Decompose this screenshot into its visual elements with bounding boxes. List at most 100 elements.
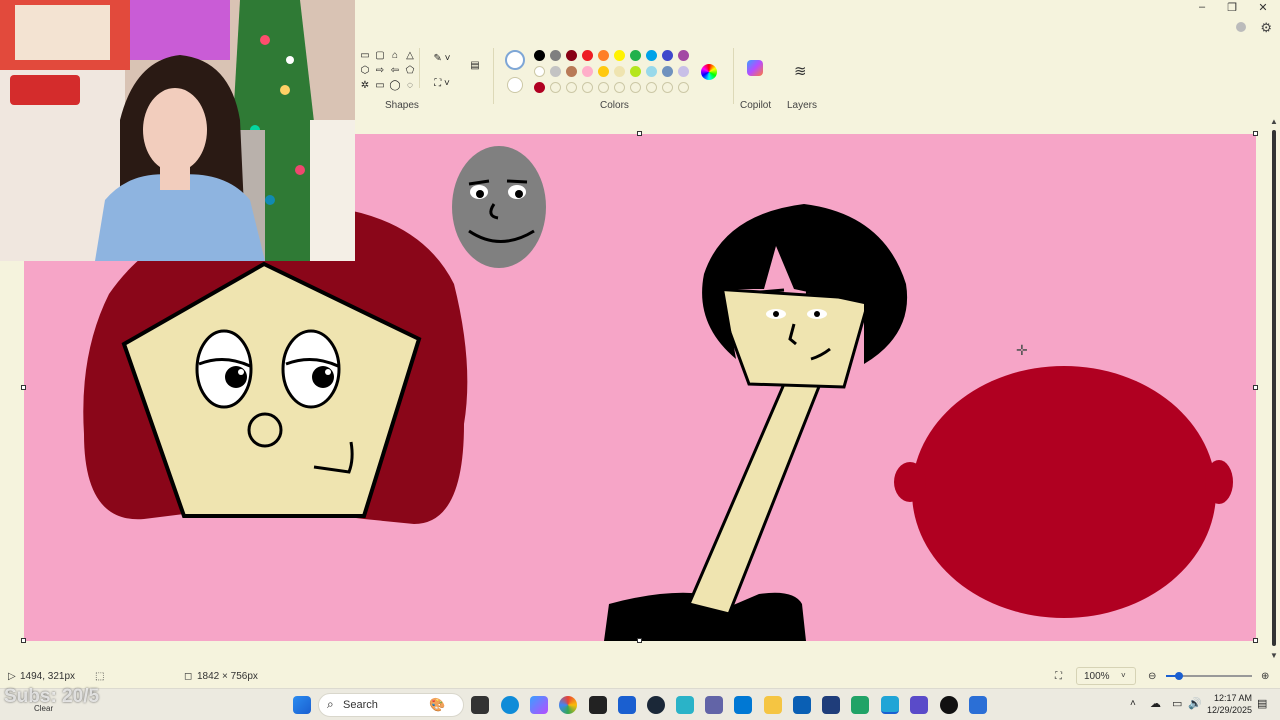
color-swatch[interactable]: [646, 82, 657, 93]
color-swatch[interactable]: [598, 82, 609, 93]
file-explorer-icon[interactable]: [764, 696, 782, 714]
paint-app-icon[interactable]: [881, 696, 899, 714]
notification-icon[interactable]: ▤: [1257, 697, 1267, 710]
task-view-icon[interactable]: [471, 696, 489, 714]
zoom-slider-thumb[interactable]: [1174, 672, 1183, 680]
rounded-rectangle-shape-icon[interactable]: ▢: [374, 50, 386, 62]
vertical-scrollbar[interactable]: [1272, 130, 1276, 646]
scroll-down-arrow-icon[interactable]: ▼: [1270, 651, 1278, 660]
color-swatch[interactable]: [550, 66, 561, 77]
edit-colors-icon[interactable]: [701, 64, 717, 80]
color-swatch[interactable]: [630, 66, 641, 77]
color-swatch[interactable]: [662, 66, 673, 77]
teams-icon[interactable]: [705, 696, 723, 714]
color-swatch[interactable]: [534, 66, 545, 77]
restore-button[interactable]: ❐: [1217, 0, 1247, 14]
app-s-icon[interactable]: [676, 696, 694, 714]
zoom-select[interactable]: 100% ˅: [1076, 667, 1136, 685]
copilot-app-icon[interactable]: [530, 696, 548, 714]
colors-group-label: Colors: [600, 100, 629, 111]
color-swatch[interactable]: [566, 50, 577, 61]
obs-icon[interactable]: [940, 696, 958, 714]
scroll-up-arrow-icon[interactable]: ▲: [1270, 117, 1278, 126]
secondary-color-slot[interactable]: [507, 77, 523, 93]
color-swatch[interactable]: [534, 50, 545, 61]
minimize-button[interactable]: –: [1187, 0, 1217, 14]
resize-handle-bottom-left[interactable]: [21, 638, 26, 643]
outline-pencil-icon[interactable]: ✎ ˅: [431, 53, 453, 65]
star-shape-icon[interactable]: ✲: [359, 80, 371, 92]
resize-handle-left[interactable]: [21, 385, 26, 390]
color-swatch[interactable]: [566, 82, 577, 93]
chrome-icon[interactable]: [559, 696, 577, 714]
color-swatch[interactable]: [662, 50, 673, 61]
system-clock[interactable]: 12:17 AM 12/29/2025: [1207, 692, 1252, 716]
store-icon[interactable]: [822, 696, 840, 714]
resize-handle-bottom-right[interactable]: [1253, 638, 1258, 643]
color-swatch[interactable]: [614, 66, 625, 77]
resize-handle-top-right[interactable]: [1253, 131, 1258, 136]
color-swatch[interactable]: [550, 50, 561, 61]
copilot-group-label[interactable]: Copilot: [740, 100, 771, 111]
volume-icon[interactable]: 🔊: [1188, 697, 1202, 710]
color-swatch[interactable]: [534, 82, 545, 93]
taskbar-search[interactable]: ⌕ Search 🎨: [318, 693, 464, 717]
chevron-up-icon[interactable]: ˄: [1130, 698, 1136, 709]
app-n-icon[interactable]: [910, 696, 928, 714]
epic-games-icon[interactable]: [589, 696, 607, 714]
color-swatch[interactable]: [582, 50, 593, 61]
resize-handle-bottom[interactable]: [637, 638, 642, 643]
color-swatch[interactable]: [598, 66, 609, 77]
windows-start-icon[interactable]: [293, 696, 311, 714]
right-arrow-shape-icon[interactable]: ⇨: [374, 65, 386, 77]
color-swatch[interactable]: [566, 66, 577, 77]
color-swatch[interactable]: [662, 82, 673, 93]
color-swatch[interactable]: [646, 50, 657, 61]
fill-bucket-icon[interactable]: ⛶ ˅: [431, 78, 453, 90]
color-swatch[interactable]: [678, 66, 689, 77]
zoom-in-icon[interactable]: ⊕: [1261, 671, 1269, 682]
color-swatch[interactable]: [614, 82, 625, 93]
callout-rect-shape-icon[interactable]: ▭: [374, 80, 386, 92]
color-swatch[interactable]: [678, 82, 689, 93]
copilot-icon[interactable]: [747, 60, 763, 76]
edge-browser-icon[interactable]: [501, 696, 519, 714]
color-swatch[interactable]: [598, 50, 609, 61]
microphone-icon[interactable]: [1236, 22, 1246, 32]
app-photo-icon[interactable]: [969, 696, 987, 714]
color-swatch[interactable]: [646, 66, 657, 77]
color-swatch[interactable]: [630, 50, 641, 61]
color-swatch[interactable]: [550, 82, 561, 93]
pentagon-shape-icon[interactable]: ⬠: [404, 65, 416, 77]
zoom-out-icon[interactable]: ⊖: [1148, 671, 1156, 682]
callout-cloud-shape-icon[interactable]: ◌: [404, 80, 416, 92]
color-swatch[interactable]: [614, 50, 625, 61]
resize-handle-right[interactable]: [1253, 385, 1258, 390]
settings-gear-icon[interactable]: ⚙: [1260, 20, 1272, 36]
shape-style-icon[interactable]: ▤: [467, 60, 483, 72]
callout-oval-shape-icon[interactable]: ◯: [389, 80, 401, 92]
left-arrow-shape-icon[interactable]: ⇦: [389, 65, 401, 77]
network-icon[interactable]: ☁: [1150, 697, 1161, 710]
color-swatch[interactable]: [630, 82, 641, 93]
polygon-shape-icon[interactable]: ⌂: [389, 50, 401, 62]
wifi-icon[interactable]: ▭: [1172, 697, 1182, 710]
close-button[interactable]: ✕: [1248, 0, 1278, 14]
color-swatch[interactable]: [582, 66, 593, 77]
hexagon-shape-icon[interactable]: ⬡: [359, 65, 371, 77]
layers-icon[interactable]: ≋: [794, 62, 807, 80]
layers-group-label[interactable]: Layers: [787, 100, 817, 111]
fit-to-window-icon[interactable]: ⛶: [1055, 671, 1062, 682]
excel-icon[interactable]: [851, 696, 869, 714]
primary-color-slot[interactable]: [505, 50, 525, 70]
color-swatch[interactable]: [582, 82, 593, 93]
mail-icon[interactable]: [793, 696, 811, 714]
app-a-icon[interactable]: [618, 696, 636, 714]
rectangle-shape-icon[interactable]: ▭: [359, 50, 371, 62]
steam-icon[interactable]: [647, 696, 665, 714]
color-swatch[interactable]: [678, 50, 689, 61]
zoom-slider[interactable]: [1166, 672, 1252, 680]
triangle-shape-icon[interactable]: △: [404, 50, 416, 62]
dropbox-icon[interactable]: [734, 696, 752, 714]
resize-handle-top[interactable]: [637, 131, 642, 136]
